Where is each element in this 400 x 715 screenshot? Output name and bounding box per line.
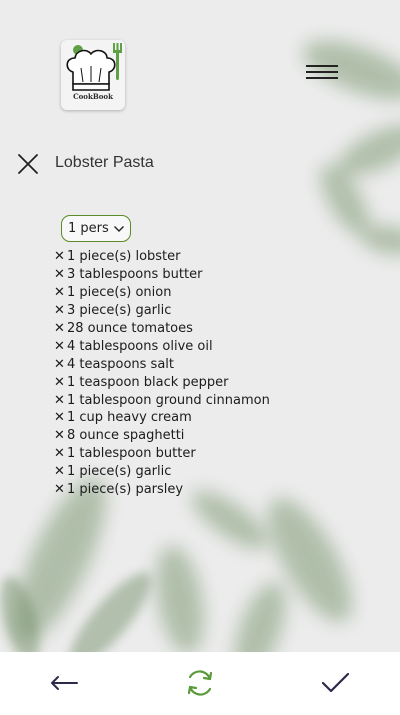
ingredient-text: 1 tablespoon ground cinnamon (67, 392, 270, 408)
ingredient-item: ✕ 4 teaspoons salt (54, 355, 270, 373)
remove-ingredient-icon[interactable]: ✕ (54, 302, 67, 319)
ingredient-item: ✕ 4 tablespoons olive oil (54, 337, 270, 355)
ingredient-item: ✕ 1 piece(s) garlic (54, 463, 270, 481)
ingredient-text: 3 tablespoons butter (67, 267, 203, 283)
ingredient-text: 28 ounce tomatoes (67, 321, 193, 336)
remove-ingredient-icon[interactable]: ✕ (54, 320, 67, 337)
recipe-title: Lobster Pasta (55, 154, 154, 171)
servings-select[interactable]: 1 pers (61, 215, 131, 242)
refresh-icon (187, 670, 213, 696)
remove-ingredient-icon[interactable]: ✕ (54, 481, 67, 498)
ingredient-text: 1 piece(s) onion (67, 285, 172, 301)
ingredient-text: 4 teaspoons salt (67, 356, 174, 372)
ingredient-text: 1 piece(s) parsley (67, 482, 184, 498)
remove-ingredient-icon[interactable]: ✕ (54, 392, 67, 409)
ingredient-text: 1 tablespoon butter (67, 446, 196, 462)
remove-ingredient-icon[interactable]: ✕ (54, 338, 67, 355)
remove-ingredient-icon[interactable]: ✕ (54, 248, 67, 265)
logo-text: CookBook (73, 92, 113, 101)
remove-ingredient-icon[interactable]: ✕ (54, 356, 67, 373)
remove-ingredient-icon[interactable]: ✕ (54, 445, 67, 462)
ingredient-item: ✕ 1 piece(s) onion (54, 284, 270, 302)
remove-ingredient-icon[interactable]: ✕ (54, 463, 67, 480)
hamburger-menu-icon (306, 65, 338, 67)
close-button[interactable] (16, 152, 40, 176)
ingredient-text: 1 teaspoon black pepper (67, 374, 229, 390)
menu-line (306, 71, 338, 73)
ingredient-text: 1 cup heavy cream (67, 410, 192, 426)
ingredient-text: 1 piece(s) lobster (67, 249, 181, 265)
servings-value: 1 pers (68, 221, 109, 236)
hamburger-menu-button[interactable] (304, 62, 340, 82)
ingredient-item: ✕ 1 tablespoon butter (54, 445, 270, 463)
remove-ingredient-icon[interactable]: ✕ (54, 284, 67, 301)
back-button[interactable] (46, 665, 82, 701)
arrow-left-icon (51, 676, 78, 690)
ingredient-item: ✕ 28 ounce tomatoes (54, 320, 270, 338)
checkmark-icon (321, 672, 350, 693)
close-icon (18, 154, 38, 174)
menu-line (306, 77, 338, 79)
ingredient-item: ✕ 1 tablespoon ground cinnamon (54, 391, 270, 409)
chevron-down-icon (114, 226, 124, 232)
remove-ingredient-icon[interactable]: ✕ (54, 374, 67, 391)
ingredient-text: 4 tablespoons olive oil (67, 338, 213, 354)
bottom-nav-bar (0, 652, 400, 715)
refresh-button[interactable] (182, 665, 218, 701)
remove-ingredient-icon[interactable]: ✕ (54, 409, 67, 426)
ingredient-item: ✕ 1 teaspoon black pepper (54, 373, 270, 391)
ingredient-item: ✕ 1 cup heavy cream (54, 409, 270, 427)
ingredient-item: ✕ 3 tablespoons butter (54, 266, 270, 284)
ingredient-text: 1 piece(s) garlic (67, 464, 172, 480)
ingredient-item: ✕ 8 ounce spaghetti (54, 427, 270, 445)
ingredient-item: ✕ 1 piece(s) lobster (54, 248, 270, 266)
confirm-button[interactable] (318, 665, 354, 701)
ingredient-item: ✕ 1 piece(s) parsley (54, 481, 270, 499)
remove-ingredient-icon[interactable]: ✕ (54, 427, 67, 444)
remove-ingredient-icon[interactable]: ✕ (54, 266, 67, 283)
ingredient-text: 3 piece(s) garlic (67, 303, 172, 319)
ingredient-text: 8 ounce spaghetti (67, 428, 185, 444)
ingredient-item: ✕ 3 piece(s) garlic (54, 302, 270, 320)
cookbook-logo[interactable]: CookBook (61, 40, 125, 110)
ingredient-list: ✕ 1 piece(s) lobster ✕ 3 tablespoons butter… (54, 248, 270, 498)
